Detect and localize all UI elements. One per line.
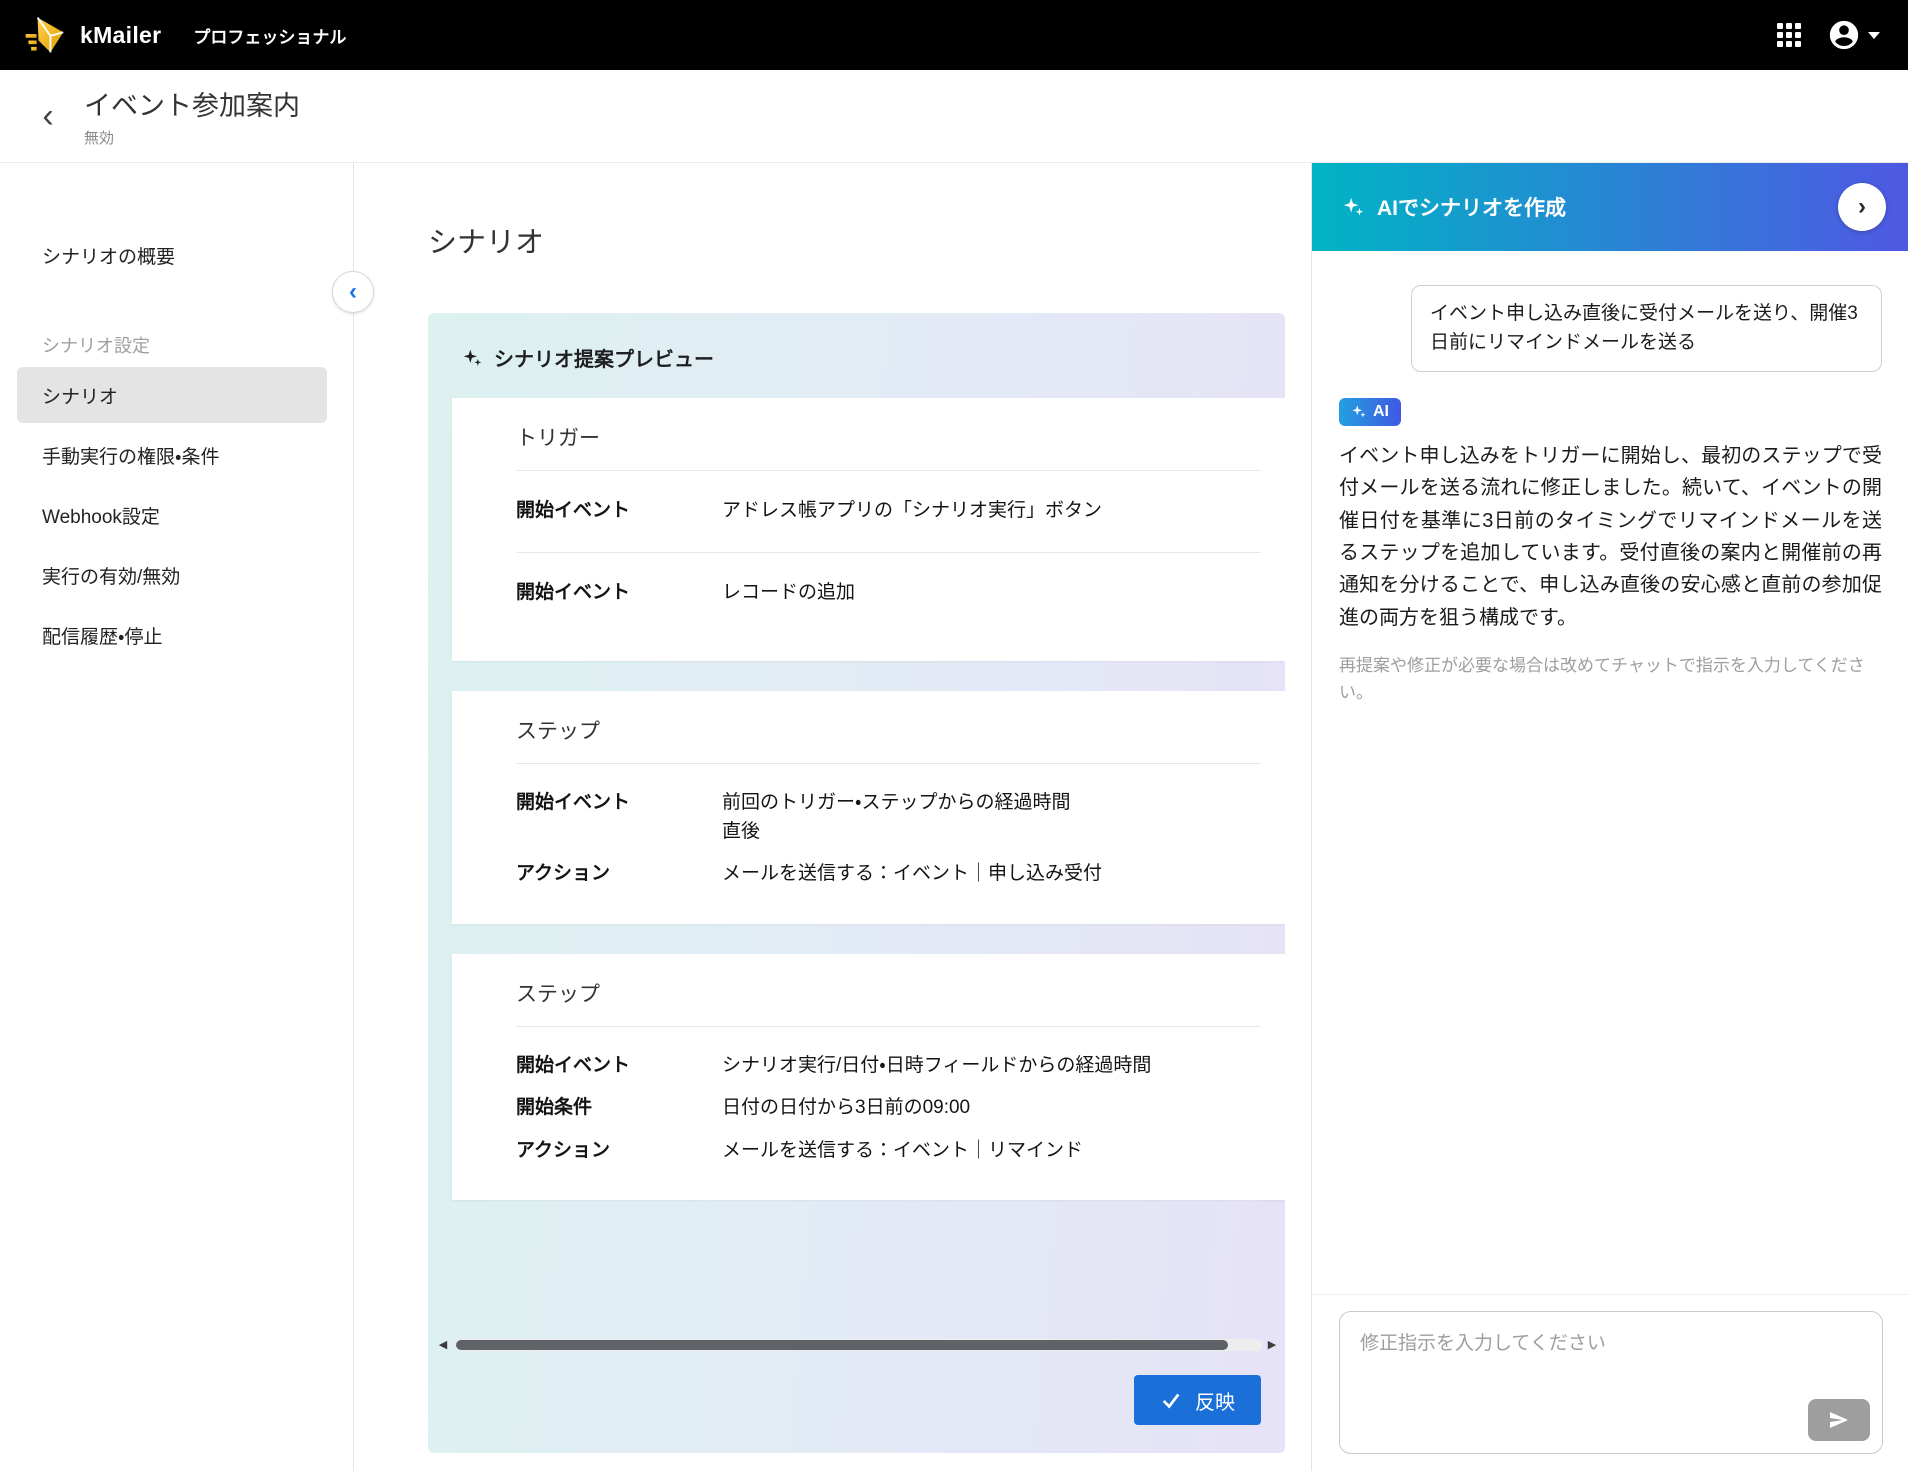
preview-section-title: トリガー — [516, 422, 1261, 471]
status-badge: 無効 — [84, 127, 300, 148]
preview-row-label: アクション — [516, 860, 722, 889]
send-icon — [1827, 1408, 1851, 1432]
preview-row-label: 開始イベント — [516, 1052, 722, 1081]
account-menu-button[interactable] — [1827, 18, 1880, 52]
preview-section: トリガー開始イベントアドレス帳アプリの「シナリオ実行」ボタン開始イベントレコード… — [452, 398, 1285, 661]
ai-badge-label: AI — [1373, 403, 1389, 421]
preview-rows: 開始イベントアドレス帳アプリの「シナリオ実行」ボタン開始イベントレコードの追加 — [516, 471, 1261, 633]
sidebar-item[interactable]: Webhook設定 — [17, 487, 327, 543]
sparkle-icon — [462, 348, 482, 368]
preview-row-value: メールを送信する：イベント｜リマインド — [722, 1137, 1083, 1166]
preview-row: 開始イベント前回のトリガー・ステップからの経過時間 直後 — [516, 782, 1261, 853]
ai-input-bar — [1312, 1294, 1908, 1471]
ai-message-text: イベント申し込みをトリガーに開始し、最初のステップで受付メールを送る流れに修正し… — [1339, 440, 1882, 634]
preview-row-value: 前回のトリガー・ステップからの経過時間 直後 — [722, 789, 1070, 846]
ai-hint-text: 再提案や修正が必要な場合は改めてチャットで指示を入力してください。 — [1339, 652, 1882, 706]
preview-card-header: シナリオ提案プレビュー — [428, 313, 1285, 398]
preview-row-label: 開始イベント — [516, 497, 722, 526]
sparkle-icon — [1342, 196, 1364, 218]
user-message-bubble: イベント申し込み直後に受付メールを送り、開催3日前にリマインドメールを送る — [1411, 285, 1882, 372]
brand-name: kMailer — [80, 22, 161, 49]
preview-rows: 開始イベントシナリオ実行/日付・日時フィールドからの経過時間開始条件日付の日付か… — [516, 1027, 1261, 1173]
scenario-preview-card: シナリオ提案プレビュー トリガー開始イベントアドレス帳アプリの「シナリオ実行」ボ… — [428, 313, 1285, 1453]
section-title: シナリオ — [428, 219, 1285, 261]
preview-row-label: 開始条件 — [516, 1094, 722, 1123]
preview-row-label: 開始イベント — [516, 579, 722, 608]
preview-row: 開始イベントアドレス帳アプリの「シナリオ実行」ボタン — [516, 471, 1261, 552]
preview-card-footer: 反映 — [428, 1351, 1285, 1453]
send-button[interactable] — [1808, 1399, 1870, 1441]
apply-button-label: 反映 — [1195, 1386, 1235, 1415]
plan-label: プロフェッショナル — [193, 23, 346, 48]
preview-row-value: 日付の日付から3日前の09:00 — [722, 1094, 970, 1123]
content-layout: シナリオの概要 シナリオ設定 シナリオ手動実行の権限・条件Webhook設定実行… — [0, 163, 1908, 1471]
page-header: ‹ イベント参加案内 無効 — [0, 70, 1908, 163]
sidebar-item-overview[interactable]: シナリオの概要 — [0, 227, 353, 283]
preview-row-value: アドレス帳アプリの「シナリオ実行」ボタン — [722, 497, 1102, 526]
preview-row-label: 開始イベント — [516, 789, 722, 846]
ai-instruction-input[interactable] — [1340, 1312, 1882, 1453]
kmailer-logo-icon — [22, 13, 66, 57]
ai-panel-collapse-button[interactable]: › — [1838, 183, 1886, 231]
check-icon — [1160, 1389, 1182, 1411]
page-title: イベント参加案内 — [84, 84, 300, 123]
sidebar: シナリオの概要 シナリオ設定 シナリオ手動実行の権限・条件Webhook設定実行… — [0, 163, 354, 1471]
preview-rows: 開始イベント前回のトリガー・ステップからの経過時間 直後アクションメールを送信す… — [516, 764, 1261, 896]
ai-badge: AI — [1339, 398, 1401, 426]
scroll-left-arrow[interactable]: ◀ — [436, 1338, 450, 1351]
preview-section: ステップ開始イベントシナリオ実行/日付・日時フィールドからの経過時間開始条件日付… — [452, 954, 1285, 1201]
preview-section-title: ステップ — [516, 978, 1261, 1027]
apps-grid-icon — [1777, 23, 1801, 47]
topbar: kMailer プロフェッショナル — [0, 0, 1908, 70]
preview-row-value: メールを送信する：イベント｜申し込み受付 — [722, 860, 1102, 889]
sidebar-item[interactable]: 配信履歴・停止 — [17, 607, 327, 663]
scrollbar-thumb[interactable] — [456, 1340, 1228, 1350]
ai-chat-area: イベント申し込み直後に受付メールを送り、開催3日前にリマインドメールを送る AI… — [1312, 251, 1908, 1294]
ai-input-box — [1339, 1311, 1883, 1454]
back-button[interactable]: ‹ — [26, 89, 70, 143]
sparkle-icon — [1351, 404, 1366, 419]
apply-button[interactable]: 反映 — [1134, 1375, 1261, 1425]
sidebar-item[interactable]: 手動実行の権限・条件 — [17, 427, 327, 483]
apps-grid-button[interactable] — [1777, 23, 1801, 47]
preview-row: 開始イベントシナリオ実行/日付・日時フィールドからの経過時間 — [516, 1045, 1261, 1088]
sidebar-group-label: シナリオ設定 — [0, 327, 353, 363]
preview-section-title: ステップ — [516, 715, 1261, 764]
main-content: シナリオ シナリオ提案プレビュー トリガー開始イベントアドレス帳アプリの「シナリ… — [354, 163, 1311, 1471]
preview-row: 開始条件日付の日付から3日前の09:00 — [516, 1087, 1261, 1130]
scrollbar-track[interactable] — [453, 1339, 1262, 1351]
sidebar-item[interactable]: シナリオ — [17, 367, 327, 423]
horizontal-scrollbar[interactable]: ◀ ▶ — [436, 1308, 1279, 1351]
sidebar-item[interactable]: 実行の有効/無効 — [17, 547, 327, 603]
ai-badge-row: AI — [1339, 398, 1882, 426]
preview-row-value: シナリオ実行/日付・日時フィールドからの経過時間 — [722, 1052, 1151, 1081]
scroll-right-arrow[interactable]: ▶ — [1265, 1338, 1279, 1351]
ai-panel-header: AIでシナリオを作成 › — [1312, 163, 1908, 251]
sidebar-nav: シナリオ手動実行の権限・条件Webhook設定実行の有効/無効配信履歴・停止 — [0, 367, 353, 663]
ai-panel-title: AIでシナリオを作成 — [1377, 192, 1566, 222]
preview-section: ステップ開始イベント前回のトリガー・ステップからの経過時間 直後アクションメール… — [452, 691, 1285, 924]
preview-row-value: レコードの追加 — [722, 579, 855, 608]
caret-down-icon — [1868, 32, 1880, 39]
preview-row-label: アクション — [516, 1137, 722, 1166]
topbar-actions — [1777, 18, 1880, 52]
preview-card-title: シナリオ提案プレビュー — [494, 343, 714, 372]
preview-row: アクションメールを送信する：イベント｜申し込み受付 — [516, 853, 1261, 896]
preview-row: アクションメールを送信する：イベント｜リマインド — [516, 1130, 1261, 1173]
preview-row: 開始イベントレコードの追加 — [516, 552, 1261, 634]
app-logo[interactable]: kMailer — [22, 13, 161, 57]
account-icon — [1827, 18, 1861, 52]
preview-sections: トリガー開始イベントアドレス帳アプリの「シナリオ実行」ボタン開始イベントレコード… — [452, 398, 1285, 1200]
ai-panel: AIでシナリオを作成 › イベント申し込み直後に受付メールを送り、開催3日前にリ… — [1311, 163, 1908, 1471]
sidebar-collapse-button[interactable]: ‹ — [332, 271, 374, 313]
